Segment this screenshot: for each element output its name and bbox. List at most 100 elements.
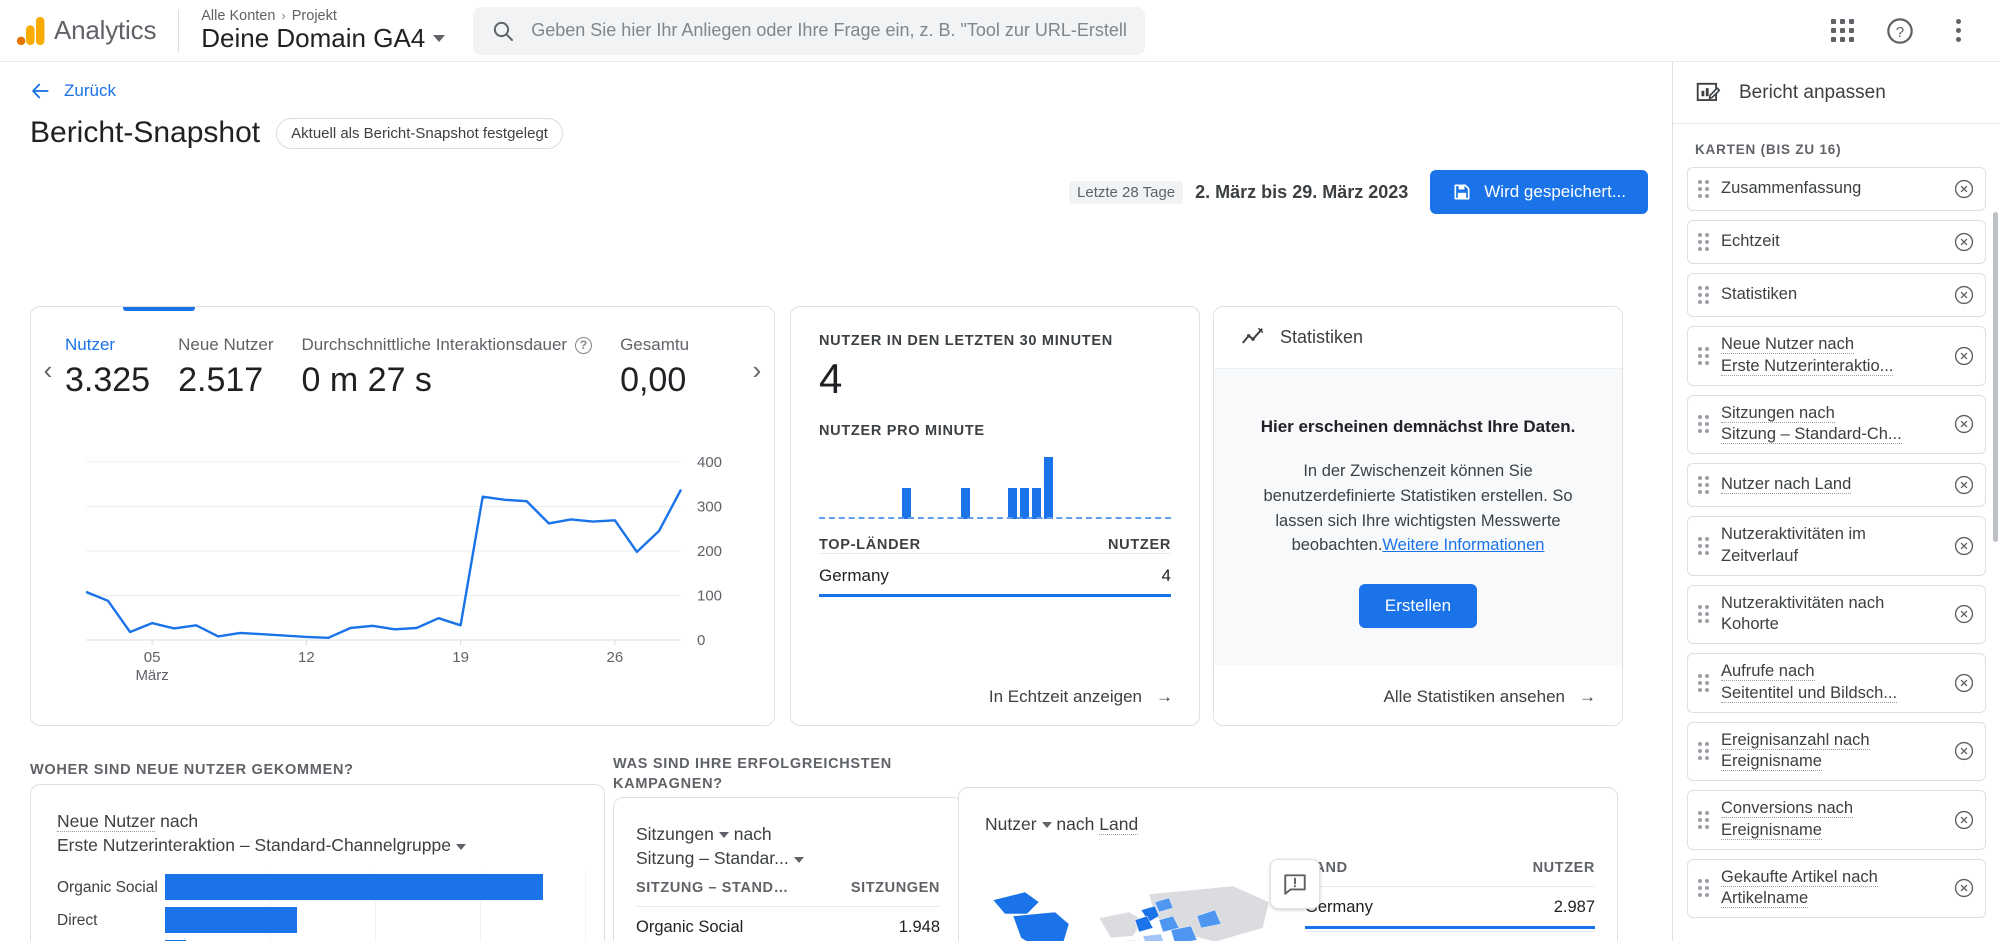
realtime-bar <box>1031 488 1041 519</box>
drag-handle-icon[interactable] <box>1698 742 1709 761</box>
remove-card-icon[interactable] <box>1953 474 1975 496</box>
chevron-down-icon[interactable] <box>1041 822 1052 829</box>
campaigns-table-body: Organic Social1.948Unassigned874Direct68… <box>636 906 940 941</box>
sidebar-card-item-10[interactable]: Conversions nach Ereignisname <box>1687 790 1986 850</box>
feedback-button[interactable] <box>1270 859 1320 909</box>
bar-row[interactable]: Organic Social <box>57 871 584 904</box>
campaigns-card: Sitzungen nach Sitzung – Standar... SITZ… <box>613 797 963 941</box>
drag-handle-icon[interactable] <box>1698 233 1709 251</box>
account-selector[interactable]: Alle Konten › Projekt Deine Domain GA4 <box>201 8 446 54</box>
sidebar-card-item-5[interactable]: Nutzer nach Land <box>1687 463 1986 508</box>
sidebar-card-item-3[interactable]: Neue Nutzer nach Erste Nutzerinteraktio..… <box>1687 326 1986 386</box>
learn-more-link[interactable]: Weitere Informationen <box>1382 536 1544 554</box>
back-link[interactable]: Zurück <box>30 80 116 102</box>
remove-card-icon[interactable] <box>1953 231 1975 253</box>
bar-row[interactable]: Direct <box>57 904 584 937</box>
chevron-down-icon[interactable] <box>718 832 729 839</box>
remove-card-icon[interactable] <box>1953 413 1975 435</box>
realtime-active-users: 4 <box>819 355 843 402</box>
drag-handle-icon[interactable] <box>1698 605 1709 624</box>
metrics-next-button[interactable]: › <box>740 335 774 405</box>
property-name-label: Deine Domain GA4 <box>201 22 426 53</box>
table-row[interactable]: Germany 2.987 <box>1305 886 1595 929</box>
bar-track <box>165 904 584 937</box>
sidebar-card-item-2[interactable]: Statistiken <box>1687 273 1986 317</box>
svg-text:?: ? <box>1896 23 1904 40</box>
world-map[interactable] <box>983 858 1283 941</box>
metric-label: Durchschnittliche Interaktionsdauer <box>301 335 568 354</box>
metric-gesamtumsatz[interactable]: Gesamtu 0,00 <box>620 335 717 400</box>
drag-handle-icon[interactable] <box>1698 180 1709 198</box>
drag-handle-icon[interactable] <box>1698 879 1709 898</box>
chevron-down-icon[interactable] <box>455 843 466 850</box>
drag-handle-icon[interactable] <box>1698 346 1709 365</box>
acquisition-card: Neue Nutzer nach Erste Nutzerinteraktion… <box>30 784 605 941</box>
insights-footer-link[interactable]: Alle Statistiken ansehen → <box>1214 669 1622 725</box>
svg-text:300: 300 <box>697 499 722 516</box>
sidebar-card-label: Sitzungen nach Sitzung – Standard-Ch... <box>1721 403 1902 445</box>
realtime-caption: NUTZER IN DEN LETZTEN 30 MINUTEN <box>819 333 1113 349</box>
help-icon[interactable]: ? <box>575 336 593 354</box>
remove-card-icon[interactable] <box>1953 603 1975 625</box>
analytics-logo-icon <box>10 10 52 52</box>
drag-handle-icon[interactable] <box>1698 673 1709 692</box>
metric-neue-nutzer[interactable]: Neue Nutzer 2.517 <box>178 335 301 400</box>
apps-grid-button[interactable] <box>1816 5 1868 57</box>
metrics-prev-button[interactable]: ‹ <box>31 335 65 405</box>
metric-interaktionsdauer[interactable]: Durchschnittliche Interaktionsdauer ? 0 … <box>302 335 621 400</box>
svg-text:26: 26 <box>607 649 624 666</box>
sidebar-card-item-0[interactable]: Zusammenfassung <box>1687 167 1986 211</box>
breadcrumb: Alle Konten › Projekt <box>201 8 445 24</box>
sidebar-card-item-4[interactable]: Sitzungen nach Sitzung – Standard-Ch... <box>1687 394 1986 455</box>
geo-table-header: LAND NUTZER <box>1305 850 1595 886</box>
drag-handle-icon[interactable] <box>1698 286 1709 304</box>
date-range-selector[interactable]: Letzte 28 Tage 2. März bis 29. März 2023 <box>1069 180 1408 204</box>
table-row[interactable]: United States121 <box>1305 931 1595 941</box>
remove-card-icon[interactable] <box>1953 740 1975 762</box>
acquisition-bar-chart: Organic SocialDirectPaid SearchOrganic S… <box>57 871 586 941</box>
search-box[interactable] <box>473 6 1146 55</box>
more-options-button[interactable] <box>1932 5 1984 57</box>
remove-card-icon[interactable] <box>1953 178 1975 200</box>
remove-card-icon[interactable] <box>1953 345 1975 367</box>
create-insight-button[interactable]: Erstellen <box>1358 584 1478 628</box>
realtime-footer-label: In Echtzeit anzeigen <box>988 687 1142 706</box>
save-button[interactable]: Wird gespeichert... <box>1430 170 1648 214</box>
remove-card-icon[interactable] <box>1953 877 1975 899</box>
svg-text:05: 05 <box>144 649 161 666</box>
camp-title-dimension[interactable]: Sitzung – Standar... <box>636 848 789 868</box>
sidebar-card-item-1[interactable]: Echtzeit <box>1687 220 1986 264</box>
breadcrumb-root: Alle Konten <box>201 7 276 24</box>
sidebar-scrollbar[interactable] <box>1993 212 1998 542</box>
svg-text:200: 200 <box>697 543 722 560</box>
geo-title-dimension[interactable]: Land <box>1099 814 1139 835</box>
acq-title-metric[interactable]: Neue Nutzer <box>57 811 156 832</box>
sidebar-card-item-9[interactable]: Ereignisanzahl nach Ereignisname <box>1687 721 1986 782</box>
remove-card-icon[interactable] <box>1953 672 1975 694</box>
table-row[interactable]: Organic Social 1.948 <box>636 906 940 941</box>
acq-title-dimension[interactable]: Erste Nutzerinteraktion – Standard-Chann… <box>57 835 451 855</box>
metric-nutzer[interactable]: Nutzer 3.325 <box>65 335 178 400</box>
search-input[interactable] <box>531 20 1128 41</box>
property-name[interactable]: Deine Domain GA4 <box>201 22 446 54</box>
sidebar-card-item-8[interactable]: Aufrufe nach Seitentitel und Bildsch... <box>1687 653 1986 713</box>
customize-report-icon <box>1696 82 1721 101</box>
drag-handle-icon[interactable] <box>1698 476 1709 495</box>
chevron-down-icon[interactable] <box>793 856 804 863</box>
bar-fill <box>165 874 543 900</box>
remove-card-icon[interactable] <box>1953 284 1975 306</box>
sidebar-card-item-11[interactable]: Gekaufte Artikel nach Artikelname <box>1687 858 1986 919</box>
help-button[interactable]: ? <box>1874 5 1926 57</box>
remove-card-icon[interactable] <box>1953 535 1975 557</box>
drag-handle-icon[interactable] <box>1698 810 1709 829</box>
camp-title-metric[interactable]: Sitzungen <box>636 824 714 844</box>
sidebar-card-item-7[interactable]: Nutzeraktivitäten nach Kohorte <box>1687 584 1986 645</box>
sidebar-card-item-6[interactable]: Nutzeraktivitäten im Zeitverlauf <box>1687 516 1986 576</box>
realtime-footer-link[interactable]: In Echtzeit anzeigen → <box>791 669 1199 725</box>
drag-handle-icon[interactable] <box>1698 415 1709 434</box>
remove-card-icon[interactable] <box>1953 809 1975 831</box>
bar-row[interactable]: Paid Search <box>57 937 584 941</box>
drag-handle-icon[interactable] <box>1698 536 1709 555</box>
sidebar-card-label: Zusammenfassung <box>1721 179 1862 198</box>
geo-title-metric[interactable]: Nutzer <box>985 814 1037 834</box>
